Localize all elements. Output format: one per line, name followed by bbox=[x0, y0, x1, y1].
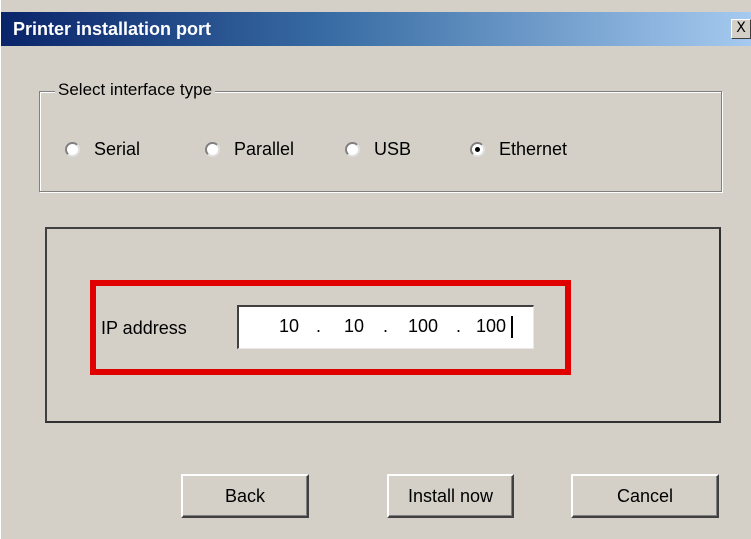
ip-octet-4[interactable]: 100 bbox=[466, 314, 516, 338]
radio-usb-label: USB bbox=[374, 138, 412, 159]
title-bar[interactable]: Printer installation port X bbox=[1, 12, 751, 46]
radio-serial-label: Serial bbox=[94, 138, 141, 159]
radio-ethernet[interactable]: Ethernet bbox=[470, 136, 567, 162]
ip-octet-1[interactable]: 10 bbox=[269, 314, 309, 338]
ip-dot-2: . bbox=[383, 316, 389, 336]
ip-dot-3: . bbox=[456, 316, 462, 336]
interface-group-label: Select interface type bbox=[55, 79, 216, 101]
close-icon: X bbox=[736, 20, 746, 36]
radio-serial-indicator[interactable] bbox=[65, 141, 80, 157]
ip-address-input[interactable]: 10 . 10 . 100 . 100 bbox=[237, 305, 534, 349]
dialog-window: Printer installation port X Select inter… bbox=[0, 0, 751, 539]
radio-ethernet-label: Ethernet bbox=[499, 138, 568, 159]
radio-parallel-label: Parallel bbox=[234, 138, 295, 159]
cancel-button[interactable]: Cancel bbox=[571, 474, 719, 518]
window-title: Printer installation port bbox=[13, 19, 212, 39]
text-caret bbox=[511, 316, 513, 338]
ip-dot-1: . bbox=[316, 316, 322, 336]
radio-serial[interactable]: Serial bbox=[65, 136, 140, 162]
radio-parallel[interactable]: Parallel bbox=[205, 136, 294, 162]
radio-parallel-indicator[interactable] bbox=[205, 141, 220, 157]
install-now-button[interactable]: Install now bbox=[387, 474, 514, 518]
radio-ethernet-indicator[interactable] bbox=[470, 141, 485, 157]
radio-usb[interactable]: USB bbox=[345, 136, 411, 162]
ip-address-label: IP address bbox=[101, 318, 187, 338]
ip-octet-2[interactable]: 10 bbox=[334, 314, 374, 338]
radio-usb-indicator[interactable] bbox=[345, 141, 360, 157]
ip-octet-3[interactable]: 100 bbox=[398, 314, 448, 338]
back-button[interactable]: Back bbox=[181, 474, 309, 518]
close-button[interactable]: X bbox=[731, 19, 751, 39]
